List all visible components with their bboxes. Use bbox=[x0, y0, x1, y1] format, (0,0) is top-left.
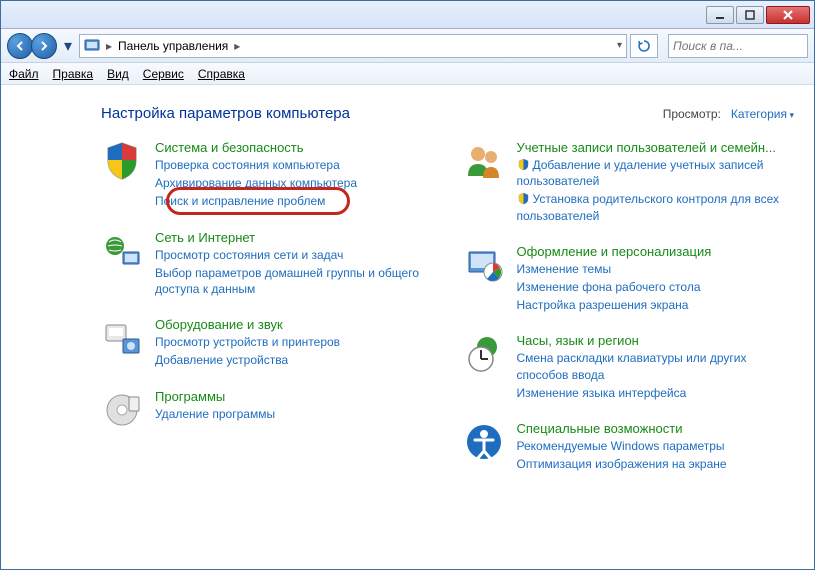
menu-help[interactable]: Справка bbox=[198, 67, 245, 81]
view-by-label: Просмотр: bbox=[663, 107, 721, 121]
category-link[interactable]: Проверка состояния компьютера bbox=[155, 157, 357, 173]
address-bar[interactable]: ▸ Панель управления ▸ ▾ bbox=[79, 34, 627, 58]
breadcrumb-separator: ▸ bbox=[234, 39, 240, 53]
category-link[interactable]: Изменение языка интерфейса bbox=[517, 385, 795, 401]
categories-right-column: Учетные записи пользователей и семейн...… bbox=[463, 140, 795, 472]
category-programs: Программы Удаление программы bbox=[101, 389, 433, 431]
appearance-icon bbox=[463, 244, 505, 286]
category-link[interactable]: Просмотр устройств и принтеров bbox=[155, 334, 340, 350]
programs-icon bbox=[101, 389, 143, 431]
category-link[interactable]: Добавление и удаление учетных записей по… bbox=[517, 157, 795, 189]
category-system-security: Система и безопасность Проверка состояния… bbox=[101, 140, 433, 210]
menu-file[interactable]: Файл bbox=[9, 67, 39, 81]
titlebar bbox=[1, 1, 814, 29]
category-title-hardware-sound[interactable]: Оборудование и звук bbox=[155, 317, 340, 332]
category-network-internet: Сеть и Интернет Просмотр состояния сети и… bbox=[101, 230, 433, 298]
category-hardware-sound: Оборудование и звук Просмотр устройств и … bbox=[101, 317, 433, 368]
category-link[interactable]: Архивирование данных компьютера bbox=[155, 175, 357, 191]
breadcrumb-text[interactable]: Панель управления bbox=[118, 39, 228, 53]
category-link[interactable]: Изменение фона рабочего стола bbox=[517, 279, 712, 295]
view-by-control: Просмотр: Категория bbox=[663, 107, 794, 121]
page-title: Настройка параметров компьютера bbox=[101, 105, 350, 122]
clock-icon bbox=[463, 333, 505, 375]
category-title-appearance[interactable]: Оформление и персонализация bbox=[517, 244, 712, 259]
security-icon bbox=[101, 140, 143, 182]
maximize-button[interactable] bbox=[736, 6, 764, 24]
search-input[interactable] bbox=[673, 39, 815, 53]
category-title-system-security[interactable]: Система и безопасность bbox=[155, 140, 357, 155]
category-user-accounts: Учетные записи пользователей и семейн...… bbox=[463, 140, 795, 224]
category-ease-of-access: Специальные возможности Рекомендуемые Win… bbox=[463, 421, 795, 472]
category-clock-language-region: Часы, язык и регион Смена раскладки клави… bbox=[463, 333, 795, 401]
category-appearance: Оформление и персонализация Изменение тем… bbox=[463, 244, 795, 314]
breadcrumb-separator: ▸ bbox=[106, 39, 112, 53]
category-title-user-accounts[interactable]: Учетные записи пользователей и семейн... bbox=[517, 140, 795, 155]
control-panel-window: ▾ ▸ Панель управления ▸ ▾ Файл Правка Ви… bbox=[0, 0, 815, 570]
control-panel-icon bbox=[84, 38, 100, 54]
hardware-icon bbox=[101, 317, 143, 359]
category-link[interactable]: Смена раскладки клавиатуры или других сп… bbox=[517, 350, 795, 382]
category-link[interactable]: Рекомендуемые Windows параметры bbox=[517, 438, 727, 454]
category-link[interactable]: Просмотр состояния сети и задач bbox=[155, 247, 433, 263]
category-link[interactable]: Установка родительского контроля для все… bbox=[517, 191, 795, 223]
search-bar[interactable] bbox=[668, 34, 808, 58]
shield-icon bbox=[517, 158, 530, 171]
minimize-button[interactable] bbox=[706, 6, 734, 24]
history-dropdown[interactable]: ▾ bbox=[61, 33, 75, 59]
menu-view[interactable]: Вид bbox=[107, 67, 129, 81]
shield-icon bbox=[517, 192, 530, 205]
content-area: Настройка параметров компьютера Просмотр… bbox=[1, 85, 814, 569]
view-by-dropdown[interactable]: Категория bbox=[731, 107, 794, 121]
menubar: Файл Правка Вид Сервис Справка bbox=[1, 63, 814, 85]
network-icon bbox=[101, 230, 143, 272]
close-button[interactable] bbox=[766, 6, 810, 24]
users-icon bbox=[463, 140, 505, 182]
menu-service[interactable]: Сервис bbox=[143, 67, 184, 81]
menu-edit[interactable]: Правка bbox=[53, 67, 94, 81]
access-icon bbox=[463, 421, 505, 463]
category-link[interactable]: Добавление устройства bbox=[155, 352, 340, 368]
category-title-clock-language-region[interactable]: Часы, язык и регион bbox=[517, 333, 795, 348]
category-link[interactable]: Оптимизация изображения на экране bbox=[517, 456, 727, 472]
categories-left-column: Система и безопасность Проверка состояния… bbox=[101, 140, 433, 472]
category-link[interactable]: Выбор параметров домашней группы и общег… bbox=[155, 265, 433, 297]
back-button[interactable] bbox=[7, 33, 33, 59]
category-title-programs[interactable]: Программы bbox=[155, 389, 275, 404]
category-link[interactable]: Изменение темы bbox=[517, 261, 712, 277]
refresh-button[interactable] bbox=[630, 34, 658, 58]
navbar: ▾ ▸ Панель управления ▸ ▾ bbox=[1, 29, 814, 63]
category-link[interactable]: Удаление программы bbox=[155, 406, 275, 422]
category-link[interactable]: Поиск и исправление проблем bbox=[155, 193, 357, 209]
category-title-ease-of-access[interactable]: Специальные возможности bbox=[517, 421, 727, 436]
forward-button[interactable] bbox=[31, 33, 57, 59]
category-link[interactable]: Настройка разрешения экрана bbox=[517, 297, 712, 313]
breadcrumb-dropdown-icon[interactable]: ▾ bbox=[617, 40, 622, 51]
category-title-network-internet[interactable]: Сеть и Интернет bbox=[155, 230, 433, 245]
